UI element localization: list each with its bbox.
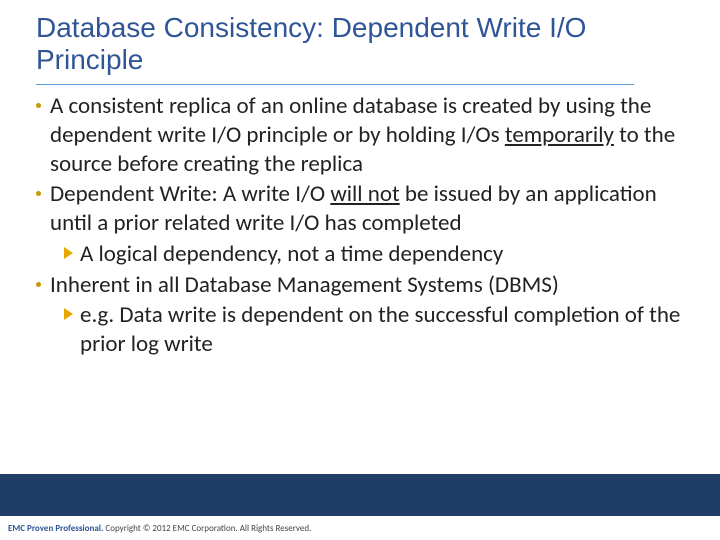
bottom-band: [0, 474, 720, 516]
bullet-3-sub: e.g. Data write is dependent on the succ…: [64, 301, 684, 359]
body-text: A consistent replica of an online databa…: [36, 90, 684, 359]
bullet-2-sub: A logical dependency, not a time depende…: [64, 240, 684, 269]
bullet-icon: [36, 280, 50, 294]
bullet-icon: [36, 189, 50, 203]
footer: EMC Proven Professional. Copyright © 201…: [8, 523, 311, 534]
slide-title: Database Consistency: Dependent Write I/…: [36, 12, 676, 76]
footer-brand: EMC Proven Professional.: [8, 523, 103, 534]
bullet-3-text: Inherent in all Database Management Syst…: [50, 271, 559, 300]
bullet-3-sub-text: e.g. Data write is dependent on the succ…: [80, 301, 684, 359]
bullet-2-pre: Dependent Write: A write I/O: [50, 180, 330, 208]
bullet-2-sub-text: A logical dependency, not a time depende…: [80, 240, 503, 269]
bullet-2: Dependent Write: A write I/O will not be…: [36, 180, 684, 238]
title-underline: [36, 84, 634, 85]
bullet-2-underline: will not: [330, 180, 399, 208]
footer-copyright: Copyright © 2012 EMC Corporation. All Ri…: [103, 523, 311, 534]
bullet-1-underline: temporarily: [505, 121, 614, 149]
arrow-icon: [64, 306, 80, 324]
arrow-icon: [64, 245, 80, 263]
bullet-icon: [36, 101, 50, 115]
bullet-1: A consistent replica of an online databa…: [36, 92, 684, 178]
bullet-3: Inherent in all Database Management Syst…: [36, 271, 684, 300]
